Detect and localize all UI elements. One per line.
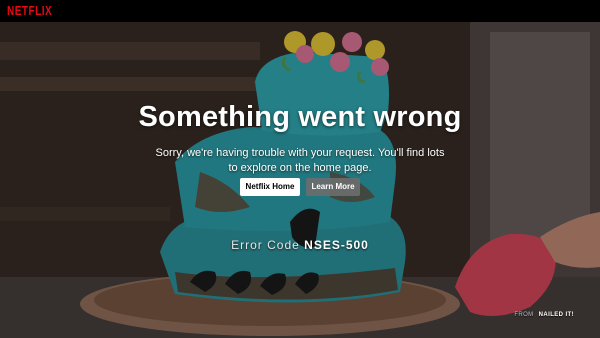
- error-code-label: Error Code: [231, 238, 300, 252]
- netflix-home-button[interactable]: Netflix Home: [240, 178, 300, 196]
- credit-title: NAILED IT!: [538, 312, 574, 318]
- background-credit: FROM NAILED IT!: [514, 312, 574, 318]
- netflix-logo[interactable]: NETFLIX: [7, 5, 52, 19]
- credit-label: FROM: [514, 312, 534, 318]
- error-code: NSES-500: [304, 238, 369, 252]
- error-page: NETFLIX Something went wrong Sorry, we'r…: [0, 0, 600, 338]
- error-message: Sorry, we're having trouble with your re…: [155, 147, 445, 174]
- top-bar: NETFLIX: [0, 0, 600, 22]
- error-code-line: Error Code NSES-500: [0, 238, 600, 252]
- error-content: Something went wrong Sorry, we're having…: [0, 0, 600, 338]
- learn-more-button[interactable]: Learn More: [306, 178, 360, 196]
- page-title: Something went wrong: [138, 101, 462, 133]
